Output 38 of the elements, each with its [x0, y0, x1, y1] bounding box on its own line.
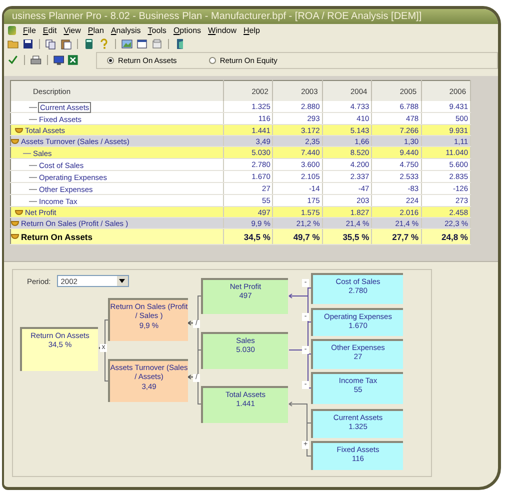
table-cell: 35,5 %: [322, 228, 372, 244]
radio-button[interactable]: [107, 56, 114, 64]
table-cell: 27,7 %: [372, 228, 422, 244]
tree-line: [23, 153, 31, 154]
tree-line: [29, 201, 37, 202]
menu-item[interactable]: Edit: [42, 26, 57, 35]
menu-item[interactable]: Window: [208, 26, 236, 35]
save-icon[interactable]: [22, 38, 34, 50]
menu-item[interactable]: View: [64, 26, 81, 35]
radio-button[interactable]: [208, 56, 216, 64]
folder-icon[interactable]: [11, 234, 19, 240]
copy-icon[interactable]: [45, 38, 57, 50]
menu-item[interactable]: Tools: [148, 26, 166, 35]
check-icon[interactable]: [7, 54, 19, 66]
menu-item[interactable]: Analysis: [110, 26, 141, 35]
tree-line: [29, 165, 37, 166]
menu-item[interactable]: Plan: [88, 26, 104, 35]
table-cell: 49,7 %: [272, 228, 322, 244]
tree-line: [29, 107, 37, 108]
table-cell: 24,8 %: [421, 228, 470, 244]
tree-line: [29, 119, 37, 120]
window-icon[interactable]: [136, 38, 148, 50]
tree-line: [29, 189, 37, 190]
monitor-icon[interactable]: [52, 54, 64, 66]
paste-icon[interactable]: [60, 38, 72, 50]
menu-item[interactable]: Options: [173, 26, 202, 35]
menu-item[interactable]: Help: [244, 26, 260, 35]
printer-icon[interactable]: [30, 54, 42, 66]
table-cell: 34,5 %: [224, 228, 273, 244]
calculator-icon[interactable]: [83, 38, 95, 50]
picture-frame-icon[interactable]: [121, 38, 133, 50]
tree-line: [29, 177, 37, 178]
spreadsheet-icon[interactable]: [67, 54, 80, 66]
window-title: usiness Planner Pro - 8.02 - Business Plan - Manufacturer.bpf - [ROA / ROE Analysis [DEM]]: [4, 9, 498, 24]
exit-door-icon[interactable]: [174, 38, 186, 50]
menu-item[interactable]: File: [23, 26, 36, 35]
app-icon[interactable]: [8, 26, 16, 35]
dropdown-arrow-icon[interactable]: [119, 279, 126, 283]
